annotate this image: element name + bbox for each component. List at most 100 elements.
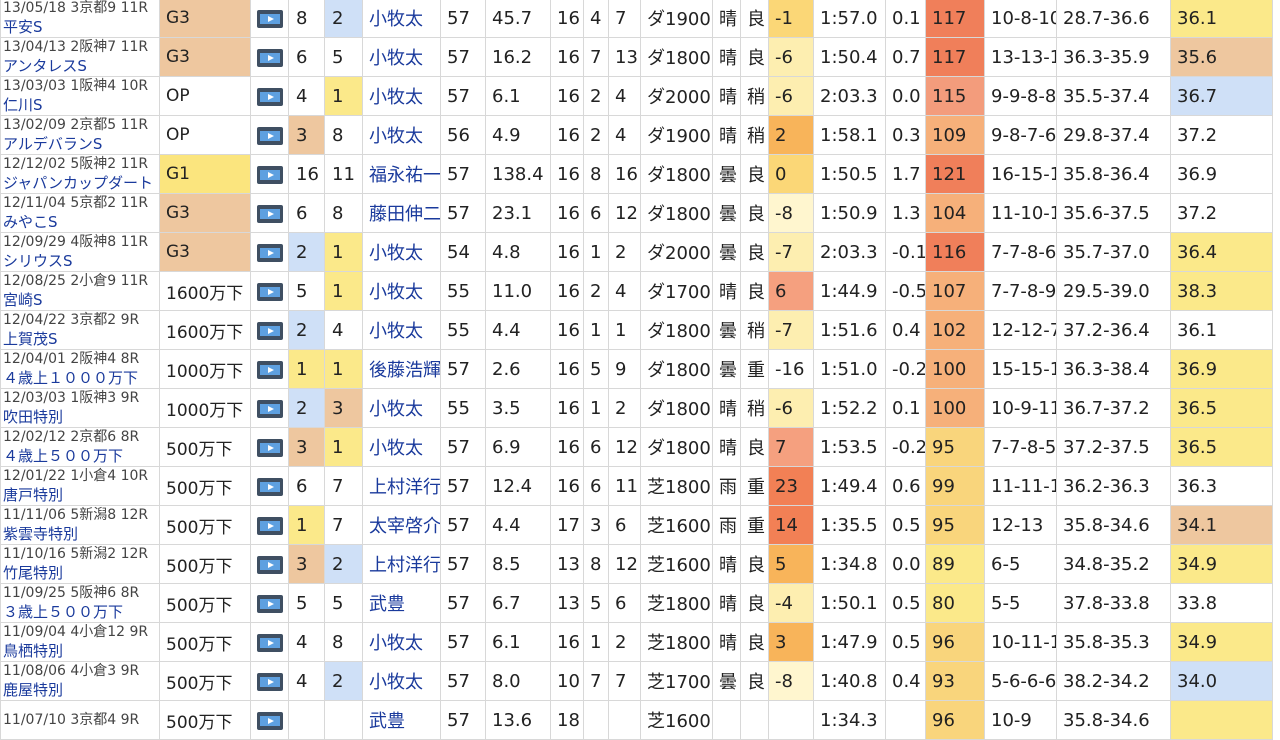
video-cell[interactable] [251, 350, 289, 389]
video-icon[interactable] [257, 517, 283, 535]
speed-index: 117 [926, 38, 985, 77]
video-cell[interactable] [251, 584, 289, 623]
jockey-link[interactable]: 藤田伸二 [369, 204, 441, 225]
jockey-link[interactable]: 小牧太 [369, 633, 423, 654]
video-cell[interactable] [251, 116, 289, 155]
video-icon[interactable] [257, 556, 283, 574]
race-name-link[interactable]: 鳥栖特別 [3, 642, 159, 661]
video-cell[interactable] [251, 428, 289, 467]
video-icon[interactable] [257, 244, 283, 262]
horse-number: 12 [609, 194, 641, 233]
video-icon[interactable] [257, 712, 283, 730]
odds: 11.0 [486, 272, 551, 311]
race-name-link[interactable]: 吹田特別 [3, 408, 159, 427]
weight: 57 [441, 77, 486, 116]
video-cell[interactable] [251, 623, 289, 662]
race-name-link[interactable]: ジャパンカップダート [3, 174, 159, 193]
video-icon[interactable] [257, 166, 283, 184]
jockey-link[interactable]: 小牧太 [369, 126, 423, 147]
video-cell[interactable] [251, 701, 289, 740]
race-name-link[interactable]: 鹿屋特別 [3, 681, 159, 700]
video-cell[interactable] [251, 389, 289, 428]
jockey-cell: 福永祐一 [363, 155, 441, 194]
diff-value: -16 [769, 350, 814, 389]
weather: 曇 [713, 194, 741, 233]
margin: 0.4 [886, 311, 926, 350]
jockey-link[interactable]: 小牧太 [369, 9, 423, 30]
table-row: 11/10/16 5新潟2 12R竹尾特別500万下32上村洋行578.5138… [1, 545, 1280, 584]
video-cell[interactable] [251, 233, 289, 272]
race-name-link[interactable]: 平安S [3, 18, 159, 37]
finish-position: 1 [325, 233, 363, 272]
jockey-link[interactable]: 小牧太 [369, 438, 423, 459]
speed-index: 89 [926, 545, 985, 584]
odds: 6.1 [486, 623, 551, 662]
video-icon[interactable] [257, 283, 283, 301]
weight: 54 [441, 233, 486, 272]
jockey-link[interactable]: 福永祐一 [369, 165, 441, 186]
video-icon[interactable] [257, 673, 283, 691]
jockey-link[interactable]: 武豊 [369, 711, 405, 732]
race-name-link[interactable]: アルデバランS [3, 135, 159, 154]
weight: 57 [441, 506, 486, 545]
jockey-link[interactable]: 小牧太 [369, 243, 423, 264]
course: ダ1800 [641, 428, 713, 467]
video-cell[interactable] [251, 467, 289, 506]
video-icon[interactable] [257, 205, 283, 223]
jockey-link[interactable]: 小牧太 [369, 399, 423, 420]
video-icon[interactable] [257, 88, 283, 106]
jockey-link[interactable]: 上村洋行 [369, 477, 441, 498]
race-name-link[interactable]: シリウスS [3, 252, 159, 271]
speed-index: 96 [926, 701, 985, 740]
jockey-link[interactable]: 後藤浩輝 [369, 360, 441, 381]
video-cell[interactable] [251, 272, 289, 311]
video-icon[interactable] [257, 439, 283, 457]
video-icon[interactable] [257, 49, 283, 67]
video-cell[interactable] [251, 155, 289, 194]
jockey-link[interactable]: 小牧太 [369, 321, 423, 342]
speed-index: 116 [926, 233, 985, 272]
race-name-link[interactable]: 紫雲寺特別 [3, 525, 159, 544]
video-cell[interactable] [251, 662, 289, 701]
race-name-link[interactable]: 仁川S [3, 96, 159, 115]
race-name-link[interactable]: みやこS [3, 213, 159, 232]
race-name-link[interactable]: ４歳上１０００万下 [3, 369, 159, 388]
video-cell[interactable] [251, 545, 289, 584]
video-cell[interactable] [251, 77, 289, 116]
race-name-link[interactable]: ４歳上５００万下 [3, 447, 159, 466]
video-icon[interactable] [257, 361, 283, 379]
jockey-link[interactable]: 小牧太 [369, 87, 423, 108]
video-cell[interactable] [251, 0, 289, 38]
video-icon[interactable] [257, 322, 283, 340]
speed-index: 104 [926, 194, 985, 233]
finish-position: 5 [325, 584, 363, 623]
race-name-link[interactable]: 唐戸特別 [3, 486, 159, 505]
video-icon[interactable] [257, 400, 283, 418]
jockey-link[interactable]: 太宰啓介 [369, 516, 441, 537]
jockey-link[interactable]: 小牧太 [369, 672, 423, 693]
course: ダ1800 [641, 389, 713, 428]
video-icon[interactable] [257, 10, 283, 28]
race-name-link[interactable]: 宮崎S [3, 291, 159, 310]
jockey-link[interactable]: 武豊 [369, 594, 405, 615]
video-cell[interactable] [251, 194, 289, 233]
track-condition: 良 [741, 233, 769, 272]
table-row: 12/04/22 3京都2 9R上賀茂S1600万下24小牧太554.41611… [1, 311, 1280, 350]
race-name-link[interactable]: 竹尾特別 [3, 564, 159, 583]
video-cell[interactable] [251, 38, 289, 77]
runners: 16 [551, 623, 584, 662]
jockey-link[interactable]: 小牧太 [369, 282, 423, 303]
video-icon[interactable] [257, 478, 283, 496]
jockey-link[interactable]: 小牧太 [369, 48, 423, 69]
race-name-link[interactable]: 上賀茂S [3, 330, 159, 349]
video-cell[interactable] [251, 311, 289, 350]
race-name-link[interactable]: アンタレスS [3, 57, 159, 76]
video-cell[interactable] [251, 506, 289, 545]
video-icon[interactable] [257, 634, 283, 652]
race-name-link[interactable]: ３歳上５００万下 [3, 603, 159, 622]
course: ダ1900 [641, 116, 713, 155]
video-icon[interactable] [257, 595, 283, 613]
video-icon[interactable] [257, 127, 283, 145]
track-condition: 重 [741, 350, 769, 389]
jockey-link[interactable]: 上村洋行 [369, 555, 441, 576]
